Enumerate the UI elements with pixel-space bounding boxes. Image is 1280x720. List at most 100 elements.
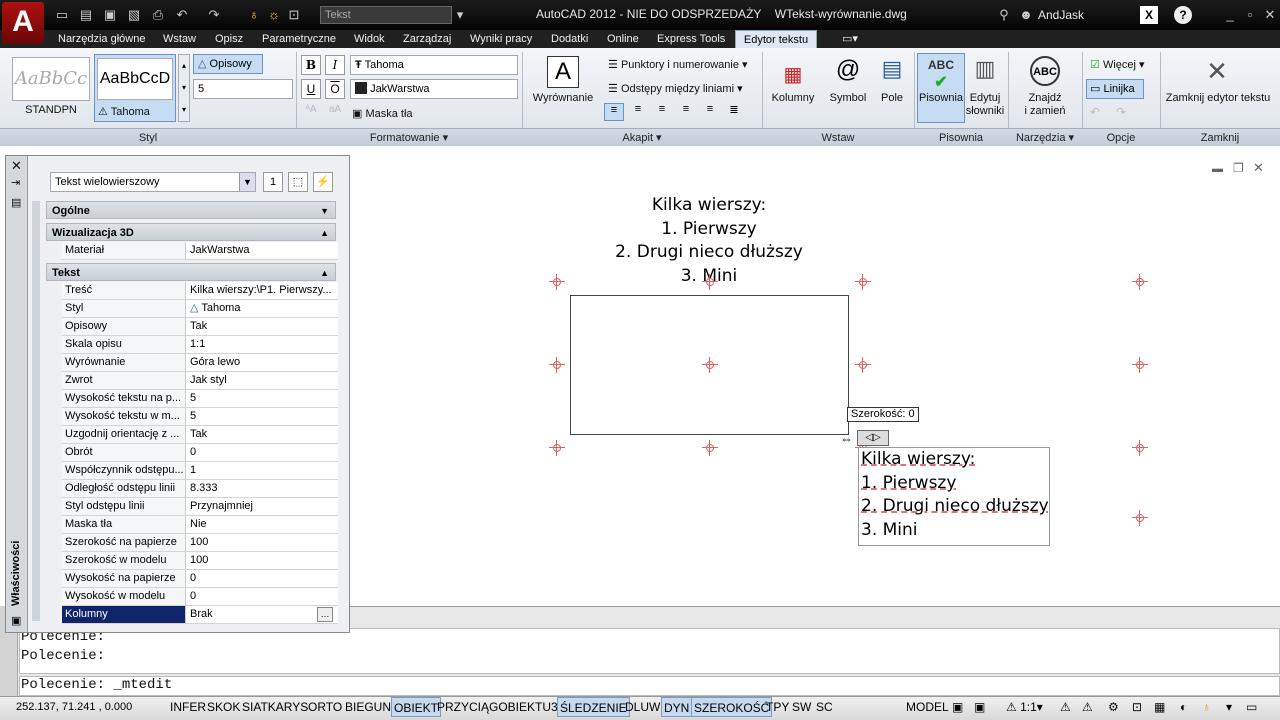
- mtext-edit-line[interactable]: 1. Pierwszy: [861, 472, 1049, 496]
- section-tekst[interactable]: Tekst ▲: [46, 263, 336, 281]
- width-handle[interactable]: ◁▷: [857, 430, 889, 446]
- application-menu-button[interactable]: A: [2, 2, 44, 44]
- property-row[interactable]: Odległość odstępu linii 8.333: [62, 480, 338, 498]
- property-value[interactable]: Jak styl: [187, 372, 337, 389]
- status-dyn[interactable]: DYN: [661, 697, 693, 717]
- background-mask-button[interactable]: ▣ Maska tła: [352, 107, 413, 120]
- line-spacing-button[interactable]: ☰ Odstępy między liniami ▾: [608, 82, 743, 95]
- status-infer[interactable]: INFER: [168, 697, 208, 717]
- ribbon-options-icon[interactable]: ▭▾: [842, 30, 858, 48]
- clean-screen-icon[interactable]: ▭: [1244, 697, 1259, 717]
- grip-marker[interactable]: [549, 274, 565, 290]
- status-przyciagobiektu3d[interactable]: PRZYCIĄGOBIEKTU3D: [435, 697, 568, 717]
- workspace-select[interactable]: Tekst: [320, 6, 452, 24]
- property-value[interactable]: 5: [187, 408, 337, 425]
- undo-icon[interactable]: ↶: [174, 7, 190, 23]
- object-type-select[interactable]: Tekst wielowierszowy: [50, 172, 256, 192]
- property-row[interactable]: Skala opisu 1:1: [62, 336, 338, 354]
- property-row[interactable]: Styl △ Tahoma: [62, 300, 338, 318]
- property-value[interactable]: 8.333: [187, 480, 337, 497]
- mtext-edit-line[interactable]: 2. Drugi nieco dłuższy: [861, 495, 1049, 519]
- light-icon[interactable]: ♁: [246, 7, 262, 23]
- workspace-dropdown-icon[interactable]: ▾: [452, 7, 468, 23]
- align-center-icon[interactable]: ≡: [652, 103, 672, 121]
- property-row[interactable]: Szerokość na papierze 100: [62, 534, 338, 552]
- annotative-toggle[interactable]: △ Opisowy: [193, 54, 263, 74]
- grip-marker[interactable]: [1132, 357, 1148, 373]
- lock-toolbar-icon[interactable]: ⊡: [1130, 697, 1144, 717]
- tab-edytor-tekstu[interactable]: Edytor tekstu: [735, 30, 817, 48]
- status-dluw[interactable]: DLUW: [623, 697, 662, 717]
- tab-wyniki-pracy[interactable]: Wyniki pracy: [470, 30, 532, 48]
- select-objects-icon[interactable]: ⬚: [288, 172, 308, 192]
- palette-properties-icon[interactable]: ▤: [11, 196, 21, 209]
- grip-marker[interactable]: [1132, 274, 1148, 290]
- tab-opisz[interactable]: Opisz: [215, 30, 243, 48]
- grip-marker[interactable]: [1132, 440, 1148, 456]
- property-value[interactable]: Przynajmniej: [187, 498, 337, 515]
- property-value[interactable]: 0: [187, 444, 337, 461]
- palette-autohide-icon[interactable]: ⇥: [11, 176, 20, 189]
- grip-marker[interactable]: [702, 440, 718, 456]
- isolate-light-icon[interactable]: ♁: [1200, 697, 1213, 717]
- drawing-minimize-icon[interactable]: ▬: [1212, 163, 1223, 175]
- palette-close-icon[interactable]: ✕: [11, 158, 22, 174]
- property-row[interactable]: Wysokość tekstu w m... 5: [62, 408, 338, 426]
- symbol-icon[interactable]: @: [834, 56, 862, 86]
- redo-small-icon[interactable]: ↷: [1116, 105, 1126, 119]
- symbol-button[interactable]: Symbol: [826, 92, 870, 104]
- property-row[interactable]: Opisowy Tak: [62, 318, 338, 336]
- columns-button[interactable]: Kolumny: [770, 92, 816, 104]
- palette-scroll-gutter[interactable]: [32, 201, 40, 621]
- align-left-icon[interactable]: ≡: [628, 103, 648, 121]
- save-icon[interactable]: ▣: [102, 7, 118, 23]
- property-value[interactable]: 5: [187, 390, 337, 407]
- more-options-button[interactable]: ☑ Więcej ▾: [1090, 58, 1145, 71]
- property-value[interactable]: Brak: [187, 606, 337, 623]
- quick-select-icon[interactable]: ⚡: [313, 172, 333, 192]
- property-value[interactable]: 0: [187, 588, 337, 605]
- help-icon[interactable]: ?: [1174, 6, 1192, 24]
- tab-wstaw[interactable]: Wstaw: [163, 30, 196, 48]
- open-icon[interactable]: ▤: [78, 7, 94, 23]
- drawing-close-icon[interactable]: ✕: [1253, 160, 1264, 176]
- grip-marker[interactable]: [855, 357, 871, 373]
- undo-small-icon[interactable]: ↶: [1090, 105, 1100, 119]
- maximize-icon[interactable]: ▫: [1242, 7, 1258, 23]
- status-model[interactable]: MODEL: [904, 697, 951, 717]
- justification-icon[interactable]: A: [547, 56, 579, 88]
- property-value[interactable]: 0: [187, 570, 337, 587]
- paragraph-align-icon[interactable]: ≡: [604, 103, 624, 121]
- select-dropdown-icon[interactable]: ▼: [239, 173, 255, 191]
- columns-icon[interactable]: ▦: [780, 62, 806, 88]
- grip-marker[interactable]: [549, 357, 565, 373]
- toggle-pickadd-icon[interactable]: 1: [263, 172, 283, 192]
- tab-dodatki[interactable]: Dodatki: [551, 30, 588, 48]
- new-icon[interactable]: ▭: [54, 7, 70, 23]
- property-row[interactable]: Treść Kilka wierszy:\P1. Pierwszy...: [62, 282, 338, 300]
- hardware-acceleration-icon[interactable]: ▦: [1152, 697, 1167, 717]
- property-value[interactable]: Góra lewo: [187, 354, 337, 371]
- grip-marker[interactable]: [1132, 510, 1148, 526]
- palette-menu-icon[interactable]: ▣: [11, 614, 21, 627]
- grip-marker[interactable]: [702, 274, 718, 290]
- property-value[interactable]: 1:1: [187, 336, 337, 353]
- bullets-numbering-button[interactable]: ☰ Punktory i numerowanie ▾: [608, 58, 748, 71]
- status-orto[interactable]: ORTO: [306, 697, 344, 717]
- panel-formatowanie-label[interactable]: Formatowanie ▾: [296, 128, 522, 146]
- uppercase-icon[interactable]: ᴬA: [301, 104, 321, 122]
- color-select[interactable]: JakWarstwa: [350, 79, 518, 99]
- layout-icon[interactable]: ▣: [950, 697, 965, 717]
- justification-button[interactable]: Wyrównanie: [530, 92, 596, 104]
- lock-icon[interactable]: ⊡: [286, 7, 302, 23]
- property-value[interactable]: Tak: [187, 318, 337, 335]
- status-skok[interactable]: SKOK: [205, 697, 242, 717]
- mtext-edit-line[interactable]: Kilka wierszy:: [861, 448, 1049, 472]
- layout-icon[interactable]: ▣: [972, 697, 987, 717]
- status-siatkarys[interactable]: SIATKARYS: [240, 697, 310, 717]
- status-menu-icon[interactable]: ▾: [1224, 697, 1234, 717]
- print-icon[interactable]: ⎙: [150, 7, 166, 23]
- annotation-visibility-icon[interactable]: ⚠: [1058, 697, 1073, 717]
- font-select[interactable]: Ŧ Tahoma: [350, 55, 518, 75]
- workspace-switch-icon[interactable]: ⚙: [1106, 697, 1121, 717]
